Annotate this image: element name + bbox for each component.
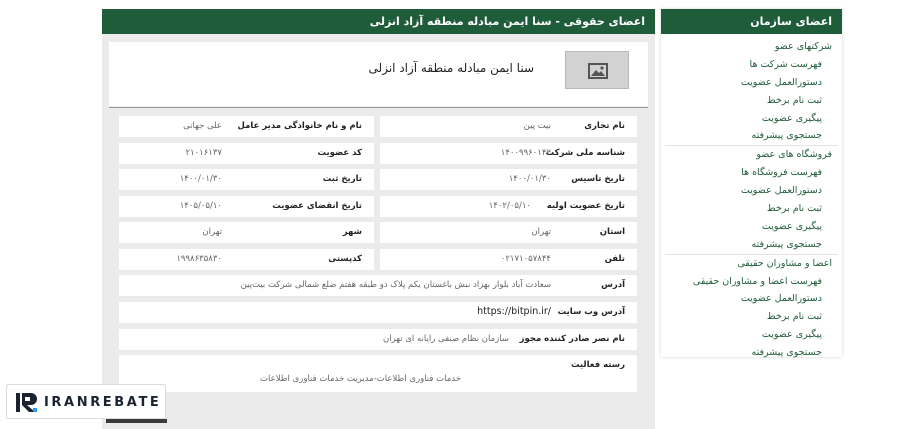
field-activity: رسته فعالیت خدمات فناوری اطلاعات-مدیریت … xyxy=(119,355,637,392)
sidebar-item-company-register[interactable]: ثبت نام برخط xyxy=(661,92,842,110)
field-label: آدرس وب سایت xyxy=(557,307,625,317)
sidebar-item-company-tracking[interactable]: پیگیری عضویت xyxy=(661,110,842,128)
sidebar-item-company-guidelines[interactable]: دستورالعمل عضویت xyxy=(661,74,842,92)
company-name: سنا ایمن مبادله منطقه آزاد انزلی xyxy=(368,61,534,75)
sidebar-item-store-tracking[interactable]: پیگیری عضویت xyxy=(661,218,842,236)
field-value: تهران xyxy=(202,227,222,237)
field-postal-code: کدپستی ۱۹۹۸۶۳۵۸۳۰ xyxy=(119,249,374,270)
field-label: شناسه ملی شرکت xyxy=(545,148,625,158)
profile-divider xyxy=(109,107,648,108)
field-license-authority: نام نصر صادر کننده مجوز سازمان نظام صنفی… xyxy=(119,329,637,350)
brand-name: IRANREBATE xyxy=(44,395,162,410)
field-value: ۱۴۰۰/۰۱/۳۰ xyxy=(508,174,551,184)
sidebar-item-company-search[interactable]: جستجوی پیشرفته xyxy=(661,127,842,145)
field-label: نام تجاری xyxy=(584,121,625,131)
field-ceo: نام و نام خانوادگی مدیر عامل علی جهانی xyxy=(119,116,374,137)
field-registered: تاریخ ثبت ۱۴۰۰/۰۱/۳۰ xyxy=(119,169,374,190)
sidebar-item-individual-tracking[interactable]: پیگیری عضویت xyxy=(661,326,842,344)
field-label: رسته فعالیت xyxy=(570,360,625,370)
sidebar-item-store-register[interactable]: ثبت نام برخط xyxy=(661,200,842,218)
sidebar-group-companies[interactable]: شرکتهای عضو xyxy=(661,38,842,56)
sidebar-item-individual-list[interactable]: فهرست اعضا و مشاوران حقیقی xyxy=(661,273,842,291)
sidebar-item-store-list[interactable]: فهرست فروشگاه ها xyxy=(661,164,842,182)
sidebar-item-individual-guidelines[interactable]: دستورالعمل عضویت xyxy=(661,290,842,308)
brand-badge: IRANREBATE xyxy=(6,384,166,419)
field-value: سازمان نظام صنفی رایانه ای تهران xyxy=(382,334,509,344)
field-province: استان تهران xyxy=(380,222,637,243)
company-details-panel: اعضای حقوقی - سنا ایمن مبادله منطقه آزاد… xyxy=(102,9,655,429)
field-value: ۱۹۹۸۶۳۵۸۳۰ xyxy=(176,254,222,264)
sidebar-item-store-guidelines[interactable]: دستورالعمل عضویت xyxy=(661,182,842,200)
field-value: بیت پین xyxy=(523,121,551,131)
field-phone: تلفن ۰۲۱۷۱۰۵۷۸۴۴ xyxy=(380,249,637,270)
field-value: تهران xyxy=(531,227,551,237)
sidebar-item-individual-register[interactable]: ثبت نام برخط xyxy=(661,308,842,326)
field-address: آدرس سعادت آباد بلوار بهزاد نبش باغستان … xyxy=(119,275,637,296)
sidebar-item-individual-search[interactable]: جستجوی پیشرفته xyxy=(661,344,842,362)
field-label: تلفن xyxy=(604,254,625,264)
website-link[interactable]: https://bitpin.ir/ xyxy=(477,306,551,317)
field-label: تاریخ تاسیس xyxy=(571,174,625,184)
sidebar-title: اعضای سازمان xyxy=(661,9,842,34)
field-label: کد عضویت xyxy=(317,148,362,158)
company-logo-placeholder xyxy=(564,50,630,90)
field-member-code: کد عضویت ۲۱۰۱۶۱۳۷ xyxy=(119,143,374,164)
field-value: ۱۴۰۲/۰۵/۱۰ xyxy=(488,201,531,211)
sidebar-item-company-list[interactable]: فهرست شرکت ها xyxy=(661,56,842,74)
field-value: ۱۴۰۵/۰۵/۱۰ xyxy=(179,201,222,211)
field-label: نام و نام خانوادگی مدیر عامل xyxy=(237,121,362,131)
field-national-id: شناسه ملی شرکت ۱۴۰۰۹۹۶۰۱۴۲ xyxy=(380,143,637,164)
field-value: ۰۲۱۷۱۰۵۷۸۴۴ xyxy=(500,254,551,264)
sidebar-group-individuals[interactable]: اعضا و مشاوران حقیقی xyxy=(661,255,842,273)
field-label: نام نصر صادر کننده مجوز xyxy=(519,334,625,344)
company-profile-card: سنا ایمن مبادله منطقه آزاد انزلی xyxy=(109,42,648,106)
iranrebate-logo-icon xyxy=(16,393,37,412)
field-label: شهر xyxy=(342,227,362,237)
sidebar-menu: شرکتهای عضو فهرست شرکت ها دستورالعمل عضو… xyxy=(661,34,842,362)
field-label: آدرس xyxy=(601,280,625,290)
field-city: شهر تهران xyxy=(119,222,374,243)
field-value: سعادت آباد بلوار بهزاد نبش باغستان یکم پ… xyxy=(240,280,551,290)
page-title: اعضای حقوقی - سنا ایمن مبادله منطقه آزاد… xyxy=(102,9,655,34)
sidebar-item-store-search[interactable]: جستجوی پیشرفته xyxy=(661,236,842,254)
field-label: تاریخ انقضای عضویت xyxy=(272,201,362,211)
field-founded: تاریخ تاسیس ۱۴۰۰/۰۱/۳۰ xyxy=(380,169,637,190)
field-value: علی جهانی xyxy=(183,121,222,131)
field-value: ۱۴۰۰/۰۱/۳۰ xyxy=(179,174,222,184)
field-first-membership: تاریخ عضویت اولیه ۱۴۰۲/۰۵/۱۰ xyxy=(380,196,637,217)
field-label: تاریخ ثبت xyxy=(322,174,362,184)
field-trade-name: نام تجاری بیت پین xyxy=(380,116,637,137)
field-label: کدپستی xyxy=(328,254,362,264)
members-sidebar: اعضای سازمان شرکتهای عضو فهرست شرکت ها د… xyxy=(661,9,842,358)
image-placeholder-icon xyxy=(588,63,608,79)
field-website: آدرس وب سایت https://bitpin.ir/ xyxy=(119,302,637,323)
field-membership-expiry: تاریخ انقضای عضویت ۱۴۰۵/۰۵/۱۰ xyxy=(119,196,374,217)
brand-shadow xyxy=(106,419,167,423)
field-value: ۲۱۰۱۶۱۳۷ xyxy=(185,148,222,158)
field-value: خدمات فناوری اطلاعات-مدیریت خدمات فناوری… xyxy=(260,374,461,384)
field-label: استان xyxy=(599,227,625,237)
sidebar-group-stores[interactable]: فروشگاه های عضو xyxy=(661,146,842,164)
field-label: تاریخ عضویت اولیه xyxy=(546,201,625,211)
field-value: ۱۴۰۰۹۹۶۰۱۴۲ xyxy=(500,148,551,158)
